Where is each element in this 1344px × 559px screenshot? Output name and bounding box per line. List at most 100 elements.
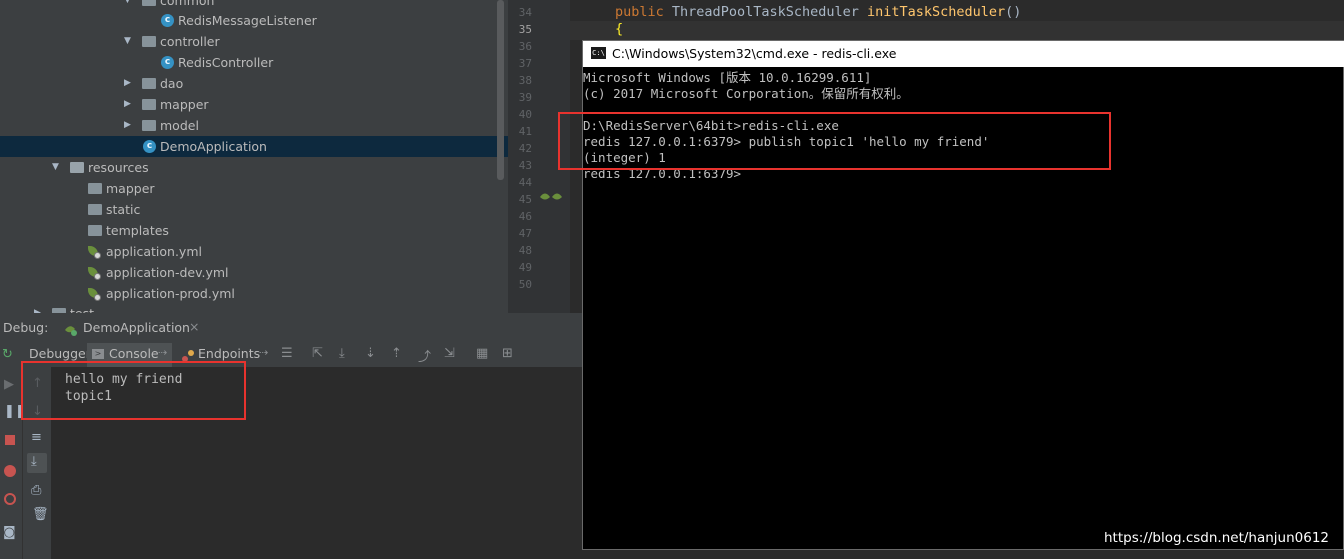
chevron-down-icon[interactable]: ▼	[52, 157, 62, 178]
spring-boot-run-icon	[64, 322, 77, 336]
console-icon: >	[92, 349, 104, 359]
chevron-right-icon[interactable]: ▶	[124, 73, 134, 94]
tree-item-label: RedisController	[178, 55, 274, 70]
debug-actions-strip: ▶ ❚❚ ◙	[0, 367, 26, 559]
tree-item-application-dev-yml[interactable]: application-dev.yml	[0, 262, 508, 283]
cmd-titlebar[interactable]: C:\ C:\Windows\System32\cmd.exe - redis-…	[583, 41, 1344, 67]
tab-debugger[interactable]: Debugger	[29, 346, 91, 361]
print-icon[interactable]: ⎙	[31, 483, 41, 498]
debug-tab-demoapplication[interactable]: DemoApplication	[83, 320, 190, 335]
line-number: 45	[518, 193, 532, 206]
line-number: 34	[518, 6, 532, 19]
line-number-current: 35	[518, 23, 532, 36]
soft-wrap-icon[interactable]: ≡	[31, 430, 42, 445]
debug-header: Debug: DemoApplication ×	[0, 313, 582, 344]
tree-item-demoapplication[interactable]: c DemoApplication	[0, 136, 508, 157]
bean-gutter-icon[interactable]	[538, 190, 564, 204]
tree-item-label: DemoApplication	[160, 139, 267, 154]
folder-icon	[142, 120, 156, 131]
mute-breakpoints-icon[interactable]	[4, 493, 16, 505]
tree-item-redismessagelistener[interactable]: c RedisMessageListener	[0, 10, 508, 31]
line-number: 49	[518, 261, 532, 274]
project-tree: ▼ common c RedisMessageListener ▼ contro…	[0, 0, 508, 313]
tree-item-label: application-dev.yml	[106, 265, 229, 280]
line-number: 44	[518, 176, 532, 189]
highlight-box-console	[21, 361, 246, 420]
spring-config-icon	[88, 288, 101, 301]
tree-scrollbar[interactable]	[497, 0, 504, 180]
resume-icon[interactable]: ▶	[4, 377, 14, 392]
folder-icon	[142, 0, 156, 6]
tree-item-label: static	[106, 202, 141, 217]
tree-item-rediscontroller[interactable]: c RedisController	[0, 52, 508, 73]
step-over-icon[interactable]: ⤓	[339, 346, 345, 361]
watermark: https://blog.csdn.net/hanjun0612	[1104, 530, 1330, 546]
camera-icon[interactable]: ◙	[3, 525, 16, 540]
cmd-line: (c) 2017 Microsoft Corporation。保留所有权利。	[583, 86, 909, 101]
tree-item-label: model	[160, 118, 199, 133]
code-view[interactable]: public ThreadPoolTaskScheduler initTaskS…	[570, 0, 1344, 40]
drop-frame-icon[interactable]: ⤴	[418, 346, 431, 365]
tree-item-label: templates	[106, 223, 169, 238]
layout-icon[interactable]: ⊞	[502, 346, 513, 361]
line-number: 46	[518, 210, 532, 223]
highlight-box-cmd	[558, 112, 1111, 170]
current-line-highlight	[570, 21, 1344, 40]
line-number: 50	[518, 278, 532, 291]
tree-item-label: RedisMessageListener	[178, 13, 317, 28]
scroll-to-end-icon[interactable]: ⤓	[27, 453, 47, 473]
tab-console-label: Console	[109, 346, 159, 361]
evaluate-icon[interactable]: ▦	[476, 346, 488, 361]
cmd-title: C:\Windows\System32\cmd.exe - redis-cli.…	[612, 46, 897, 61]
chevron-right-icon[interactable]: ▶	[34, 303, 44, 313]
view-breakpoints-icon[interactable]	[4, 465, 16, 477]
line-number: 39	[518, 91, 532, 104]
tree-item-templates[interactable]: templates	[0, 220, 508, 241]
tree-item-label: dao	[160, 76, 184, 91]
line-number: 47	[518, 227, 532, 240]
run-to-cursor-icon[interactable]: ⇲	[444, 346, 455, 361]
menu-icon[interactable]: ☰	[281, 346, 293, 361]
tree-item-label: mapper	[106, 181, 155, 196]
pin-icon[interactable]: ⇢	[158, 346, 167, 359]
tree-item-label: test	[70, 303, 94, 313]
java-class-icon: c	[161, 56, 174, 69]
debug-label: Debug:	[3, 320, 49, 335]
tree-item-test[interactable]: ▶ test	[0, 303, 508, 313]
tree-item-label: application-prod.yml	[106, 286, 235, 301]
tree-item-controller[interactable]: ▼ controller	[0, 31, 508, 52]
line-number: 40	[518, 108, 532, 121]
tree-item-resources-mapper[interactable]: mapper	[0, 178, 508, 199]
tree-item-resources[interactable]: ▼ resources	[0, 157, 508, 178]
cmd-line: Microsoft Windows [版本 10.0.16299.611]	[583, 70, 872, 85]
folder-icon	[88, 183, 102, 194]
tree-item-application-prod-yml[interactable]: application-prod.yml	[0, 283, 508, 304]
line-number: 43	[518, 159, 532, 172]
chevron-right-icon[interactable]: ▶	[124, 94, 134, 115]
stop-icon[interactable]	[5, 435, 15, 445]
resources-folder-icon	[70, 162, 84, 173]
tree-item-model[interactable]: ▶ model	[0, 115, 508, 136]
tab-endpoints[interactable]: Endpoints	[198, 346, 260, 361]
step-out-icon[interactable]: ⇡	[391, 346, 402, 361]
tree-item-static[interactable]: static	[0, 199, 508, 220]
rerun-icon[interactable]: ↻	[2, 347, 13, 362]
chevron-down-icon[interactable]: ▼	[124, 31, 134, 52]
show-execution-point-icon[interactable]: ⇱	[312, 346, 323, 361]
step-into-icon[interactable]: ⇣	[365, 346, 376, 361]
tree-item-dao[interactable]: ▶ dao	[0, 73, 508, 94]
code-brace: {	[615, 21, 624, 37]
folder-icon	[142, 99, 156, 110]
tree-item-mapper[interactable]: ▶ mapper	[0, 94, 508, 115]
line-number: 48	[518, 244, 532, 257]
line-number: 38	[518, 74, 532, 87]
tree-item-label: resources	[88, 160, 149, 175]
close-tab-icon[interactable]: ×	[189, 319, 199, 334]
chevron-right-icon[interactable]: ▶	[124, 115, 134, 136]
trash-icon[interactable]: 🗑	[32, 507, 49, 522]
pin-icon[interactable]: ⇢	[259, 346, 268, 359]
java-class-icon: c	[161, 14, 174, 27]
spring-boot-class-icon: c	[143, 140, 156, 153]
line-number: 42	[518, 142, 532, 155]
tree-item-application-yml[interactable]: application.yml	[0, 241, 508, 262]
